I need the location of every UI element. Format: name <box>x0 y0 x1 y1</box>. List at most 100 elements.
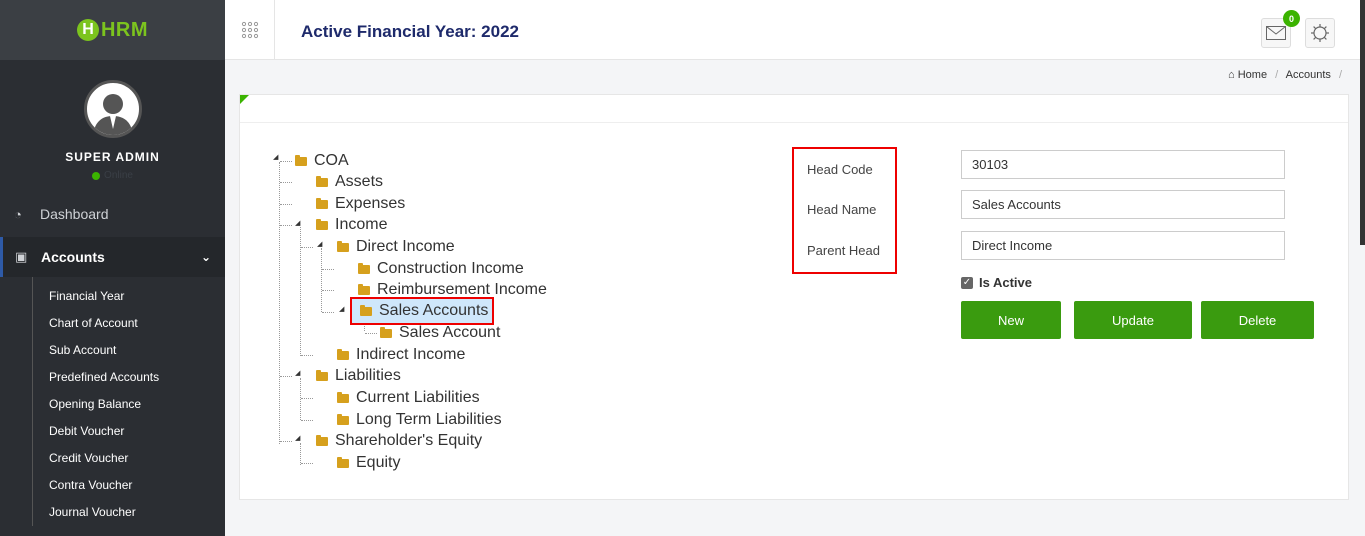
sidebar-subitem-credit-voucher[interactable]: Credit Voucher <box>33 445 225 472</box>
sidebar-subitem-predefined-accounts[interactable]: Predefined Accounts <box>33 364 225 391</box>
main-panel: ◢ ◢ ◢ ◢ ◢ ◢ COA Assets Expenses Income D… <box>239 94 1349 500</box>
tree-node-label: Current Liabilities <box>356 389 480 406</box>
new-button[interactable]: New <box>961 301 1061 339</box>
online-dot-icon <box>92 171 101 180</box>
user-silhouette-icon <box>92 94 133 135</box>
status-text: Online <box>104 170 133 181</box>
tree-connector <box>280 376 292 377</box>
tree-connector <box>322 290 334 291</box>
parent-head-field[interactable]: Direct Income <box>961 231 1285 260</box>
folder-icon <box>337 413 349 425</box>
tree-node-equity[interactable]: Equity <box>337 454 400 472</box>
gear-icon[interactable] <box>1305 18 1335 48</box>
avatar[interactable] <box>83 80 142 138</box>
sidebar-item-label: Accounts <box>41 249 105 265</box>
tree-node-indirect-income[interactable]: Indirect Income <box>337 346 465 364</box>
tree-node-liabilities[interactable]: Liabilities <box>316 367 401 385</box>
app-logo[interactable]: H HRM <box>0 0 225 60</box>
folder-icon <box>316 434 328 446</box>
sidebar-subitem-sub-account[interactable]: Sub Account <box>33 337 225 364</box>
breadcrumb: ⌂ Home / Accounts / <box>1228 69 1347 81</box>
tree-connector <box>300 378 301 420</box>
tree-node-label: Expenses <box>335 195 406 212</box>
breadcrumb-separator: / <box>1275 69 1279 81</box>
folder-icon <box>337 240 349 252</box>
dashboard-icon: ◔ <box>14 206 22 222</box>
collapse-toggle-icon[interactable]: ◢ <box>317 240 322 248</box>
sidebar-item-label: Dashboard <box>40 206 109 222</box>
head-name-field[interactable]: Sales Accounts <box>961 190 1285 219</box>
head-code-field[interactable]: 30103 <box>961 150 1285 179</box>
tree-connector <box>300 443 301 465</box>
is-active-label: Is Active <box>979 275 1032 290</box>
tree-node-expenses[interactable]: Expenses <box>316 195 405 213</box>
folder-icon <box>316 175 328 187</box>
head-name-label: Head Name <box>807 202 877 217</box>
apps-grid-icon[interactable] <box>225 0 275 60</box>
tree-node-sales-accounts-selected[interactable]: Sales Accounts <box>350 297 495 325</box>
tree-node-label: Equity <box>356 454 401 471</box>
tree-node-assets[interactable]: Assets <box>316 173 383 191</box>
folder-icon <box>295 154 307 166</box>
checkmark-icon: ✓ <box>961 276 973 289</box>
folder-icon <box>380 326 392 338</box>
top-bar: Active Financial Year: 2022 0 <box>225 0 1365 60</box>
tree-node-coa[interactable]: COA <box>295 152 349 170</box>
update-button[interactable]: Update <box>1074 301 1192 339</box>
panel-corner-marker <box>240 95 249 104</box>
user-status: Online <box>0 170 225 181</box>
tree-connector <box>321 248 322 312</box>
is-active-checkbox[interactable]: ✓ Is Active <box>961 275 1032 290</box>
tree-connector <box>280 182 292 183</box>
tree-node-long-term-liabilities[interactable]: Long Term Liabilities <box>337 411 502 429</box>
breadcrumb-home[interactable]: Home <box>1238 69 1267 81</box>
sidebar-subitem-chart-of-account[interactable]: Chart of Account <box>33 310 225 337</box>
panel-header <box>240 95 1348 123</box>
delete-button[interactable]: Delete <box>1201 301 1314 339</box>
home-icon: ⌂ <box>1228 69 1235 81</box>
collapse-toggle-icon[interactable]: ◢ <box>339 305 344 313</box>
folder-icon <box>360 304 372 316</box>
page-title: Active Financial Year: 2022 <box>301 22 519 41</box>
tree-connector <box>280 161 292 162</box>
tree-node-construction-income[interactable]: Construction Income <box>358 260 524 278</box>
briefcase-icon: ▣ <box>15 249 28 264</box>
tree-node-label: Sales Account <box>399 324 501 341</box>
tree-node-label: COA <box>314 152 349 169</box>
scrollbar[interactable] <box>1360 0 1365 245</box>
tree-node-sales-account[interactable]: Sales Account <box>380 324 500 342</box>
tree-connector <box>280 204 292 205</box>
collapse-toggle-icon[interactable]: ◢ <box>295 434 300 442</box>
folder-icon <box>316 369 328 381</box>
sidebar-subitem-opening-balance[interactable]: Opening Balance <box>33 391 225 418</box>
tree-node-income[interactable]: Income <box>316 216 387 234</box>
tree-node-label: Direct Income <box>356 238 455 255</box>
breadcrumb-separator: / <box>1338 69 1343 81</box>
sidebar-subitem-financial-year[interactable]: Financial Year <box>33 283 225 310</box>
sidebar-subitem-debit-voucher[interactable]: Debit Voucher <box>33 418 225 445</box>
tree-node-direct-income[interactable]: Direct Income <box>337 238 455 256</box>
collapse-toggle-icon[interactable]: ◢ <box>295 369 300 377</box>
collapse-toggle-icon[interactable]: ◢ <box>273 153 278 161</box>
folder-icon <box>316 197 328 209</box>
tree-connector <box>301 463 313 464</box>
tree-connector <box>322 269 334 270</box>
tree-connector <box>301 420 313 421</box>
accounts-submenu: Financial Year Chart of Account Sub Acco… <box>32 277 225 526</box>
tree-connector <box>280 441 292 442</box>
logo-text: HRM <box>100 18 149 41</box>
sidebar-subitem-journal-voucher[interactable]: Journal Voucher <box>33 499 225 526</box>
tree-node-shareholders-equity[interactable]: Shareholder's Equity <box>316 432 482 450</box>
tree-node-label: Assets <box>335 173 384 190</box>
tree-node-label: Shareholder's Equity <box>335 432 483 449</box>
sidebar-subitem-contra-voucher[interactable]: Contra Voucher <box>33 472 225 499</box>
tree-node-label: Income <box>335 216 388 233</box>
folder-icon <box>337 391 349 403</box>
tree-connector <box>301 355 313 356</box>
sidebar-item-accounts[interactable]: ▣ Accounts ⌄ <box>0 237 225 277</box>
collapse-toggle-icon[interactable]: ◢ <box>295 219 300 227</box>
sidebar-item-dashboard[interactable]: ◔ Dashboard <box>0 195 225 233</box>
folder-icon <box>316 218 328 230</box>
tree-node-current-liabilities[interactable]: Current Liabilities <box>337 389 480 407</box>
breadcrumb-current[interactable]: Accounts <box>1286 69 1331 81</box>
